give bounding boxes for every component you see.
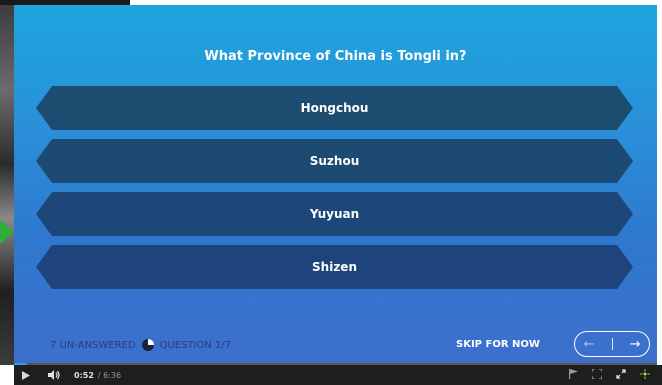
question-counter: QUESTION 1/7	[159, 339, 232, 351]
current-time: 0:52	[74, 370, 94, 380]
answer-option-label: Hongchou	[300, 101, 369, 115]
question-text: What Province of China is Tongli in?	[204, 49, 467, 64]
prev-arrow-icon[interactable]: ←	[584, 337, 595, 352]
duration: / 6:36	[97, 370, 122, 380]
question-nav: ← →	[574, 331, 650, 357]
progress-pie-icon	[141, 339, 154, 351]
answer-option-1[interactable]: Hongchou	[36, 86, 633, 130]
skip-button[interactable]: SKIP FOR NOW	[456, 339, 540, 350]
flag-icon[interactable]	[569, 369, 578, 381]
unanswered-count: 7 UN-ANSWERED	[50, 339, 136, 351]
quiz-status: 7 UN-ANSWERED QUESTION 1/7	[50, 339, 231, 351]
fullscreen-icon[interactable]	[591, 368, 603, 381]
nav-divider	[611, 338, 613, 350]
background-video-frame	[0, 0, 14, 365]
settings-icon[interactable]	[640, 369, 650, 381]
volume-icon[interactable]	[48, 370, 60, 380]
next-arrow-icon[interactable]: →	[630, 337, 641, 352]
answer-option-label: Shizen	[312, 260, 357, 274]
play-icon[interactable]	[22, 370, 30, 380]
answer-option-label: Yuyuan	[309, 207, 360, 221]
player-controls: 0:52 / 6:36	[14, 365, 662, 385]
quiz-panel: What Province of China is Tongli in? Hon…	[14, 5, 657, 365]
answer-option-label: Suzhou	[309, 154, 360, 168]
answer-option-4[interactable]: Shizen	[36, 245, 633, 289]
background-green-marker	[0, 220, 14, 244]
expand-icon[interactable]	[616, 369, 626, 381]
player-right-controls	[569, 368, 650, 381]
answer-option-2[interactable]: Suzhou	[36, 139, 633, 183]
answer-option-3[interactable]: Yuyuan	[36, 192, 633, 236]
